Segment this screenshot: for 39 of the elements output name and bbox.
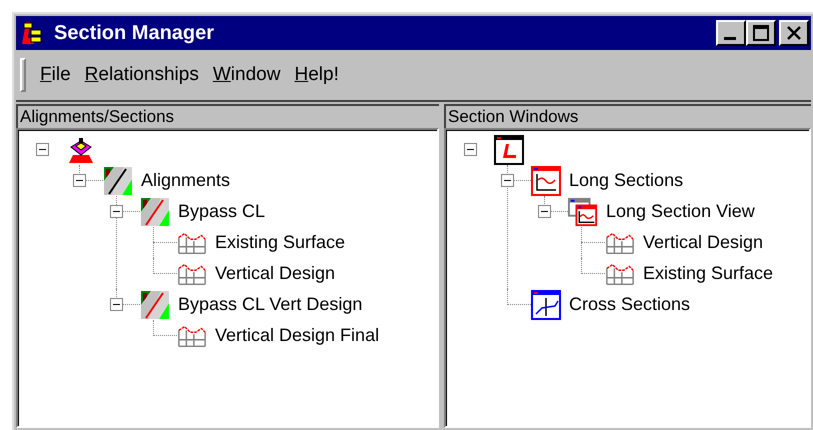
tree-item-label[interactable]: Vertical Design Final [215,322,380,349]
panel-header: Alignments/Sections [16,104,439,128]
toolbar-grip [20,58,26,92]
chart-window-icon [531,166,561,196]
collapse-toggle[interactable] [72,174,86,187]
panel-header: Section Windows [444,104,811,128]
window-icon [494,134,524,164]
minimize-icon [724,37,738,41]
survey-kit-icon [67,136,95,162]
close-button[interactable] [779,20,809,46]
close-icon [786,25,802,41]
menu-item[interactable]: Relationships [84,60,199,90]
menu-item[interactable]: Window [212,60,280,90]
menu-item[interactable]: Help! [294,60,339,90]
collapse-toggle[interactable] [110,205,122,218]
tree-item-label[interactable]: Bypass CL Vert Design [178,291,362,318]
window-title: Section Manager [54,21,214,46]
tree-item-label[interactable]: Bypass CL [178,198,266,225]
maximize-button[interactable] [746,20,776,46]
tree-item-label[interactable]: Alignments [141,167,230,194]
minimize-button[interactable] [716,20,746,46]
road-icon [141,198,169,226]
tree-item-label[interactable]: Existing Surface [643,260,774,287]
tree-item-label[interactable]: Vertical Design [215,260,336,287]
collapse-toggle[interactable] [538,205,550,218]
tree-item-label[interactable]: Long Sections [569,167,684,194]
tree-item-label[interactable]: Long Section View [606,198,755,225]
maximize-icon [753,25,769,41]
menu-item[interactable]: File [40,60,71,90]
collapse-toggle[interactable] [36,143,48,156]
road-icon [141,290,169,318]
tree-item-label[interactable]: Vertical Design [643,229,764,256]
collapse-toggle[interactable] [110,298,122,311]
tree-item-label[interactable]: Existing Surface [215,229,346,256]
collapse-toggle[interactable] [464,143,476,156]
collapse-toggle[interactable] [500,174,514,187]
cross-section-window-icon [531,290,561,320]
road-icon [104,166,132,194]
tree-item-label[interactable]: Cross Sections [569,291,690,318]
